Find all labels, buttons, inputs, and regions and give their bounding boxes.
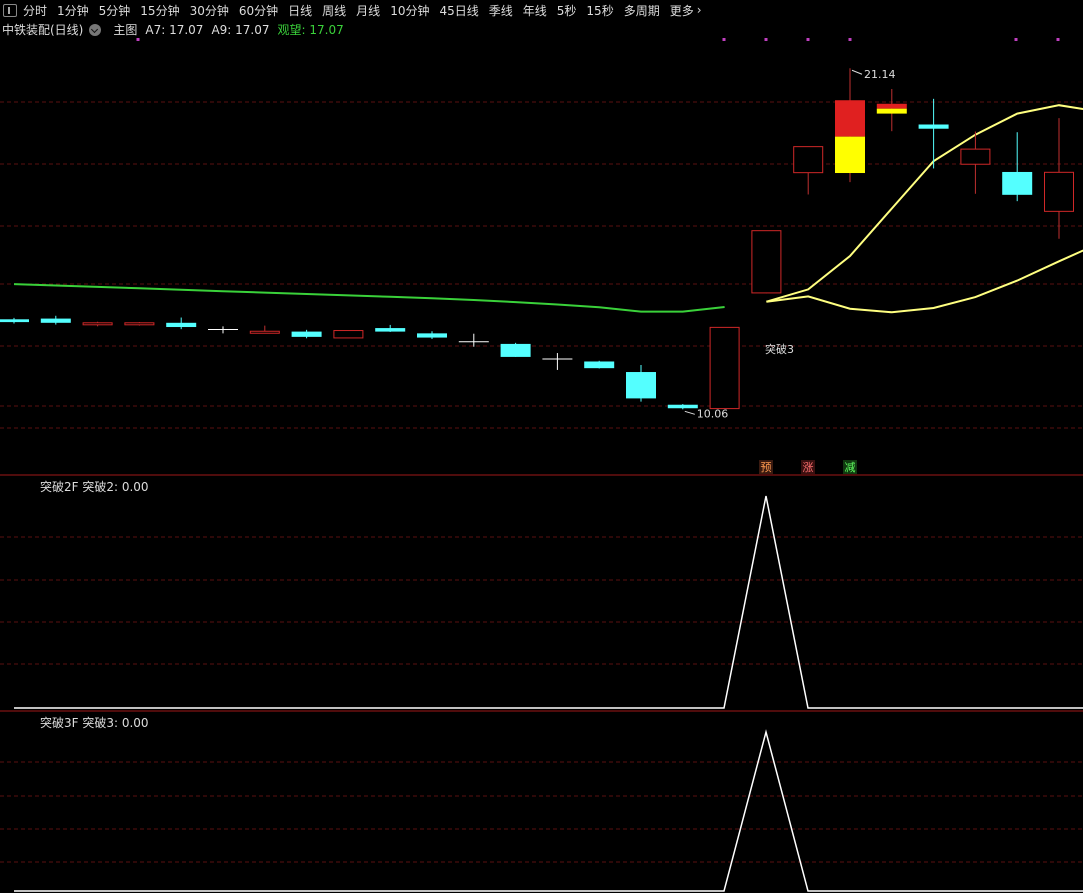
sub-panel-2-label: 突破3F 突破3: 0.00 (40, 716, 149, 730)
candle (124, 322, 155, 326)
candle-body-lower (835, 136, 865, 174)
candle (82, 321, 113, 327)
candle-body (249, 330, 280, 334)
candle-body (500, 343, 531, 357)
signal-tag-zhang: 涨 (801, 460, 815, 474)
candle-body (333, 330, 364, 339)
candle-body (417, 333, 447, 338)
candle (835, 68, 865, 183)
candle (667, 404, 698, 410)
candle-body (709, 326, 740, 410)
sub-panel-1-label: 突破2F 突破2: 0.00 (40, 480, 149, 494)
candle-body-upper (876, 103, 907, 109)
candle-body (626, 372, 656, 399)
candle-body (918, 124, 949, 129)
high-price-label: 21.14 (864, 68, 896, 81)
ma-green-line (13, 283, 725, 313)
signal-marker (1014, 38, 1018, 41)
signal-tag-jian-text: 减 (845, 461, 856, 474)
candle (208, 326, 238, 334)
candle (751, 230, 782, 294)
candle-body (960, 148, 991, 165)
signal-marker (806, 38, 810, 41)
candle (166, 317, 197, 330)
candle (918, 98, 949, 169)
sub2-breakout-line (14, 729, 1083, 892)
candle-body (291, 331, 322, 337)
candle (500, 342, 531, 357)
panel-dividers (0, 474, 1083, 712)
moving-average-lines (13, 104, 1083, 314)
ma-yellow-lower-line (766, 249, 1083, 314)
candle (876, 88, 907, 132)
breakout-label: 突破3 (765, 342, 794, 356)
candle (291, 329, 322, 339)
candle (542, 353, 573, 370)
candle (249, 325, 280, 334)
candle-body-lower (876, 108, 907, 114)
candle (458, 333, 489, 347)
candle (0, 317, 29, 324)
signal-marker (722, 38, 726, 41)
candle-body (40, 318, 71, 323)
signal-marker (136, 38, 140, 41)
high-pointer (851, 69, 863, 75)
candle (1002, 132, 1033, 202)
low-price-label: 10.06 (697, 407, 729, 420)
candle (375, 324, 406, 332)
candle (626, 365, 656, 402)
sub1-breakout-line (14, 495, 1083, 709)
candle-body (1044, 171, 1074, 212)
sub-indicator-lines (14, 495, 1083, 892)
signal-tag-yu: 预 (759, 460, 773, 474)
candle-body (375, 328, 406, 332)
candle (40, 315, 71, 325)
signal-tag-zhang-text: 涨 (803, 461, 814, 474)
signal-tag-yu-text: 预 (761, 461, 772, 474)
candle-body (124, 322, 155, 326)
candle-body (0, 319, 29, 323)
signal-tag-jian: 减 (843, 460, 857, 474)
signal-marker (848, 38, 852, 41)
candle-body (793, 146, 824, 174)
candle (417, 331, 447, 339)
signal-marker (1056, 38, 1060, 41)
chart-canvas[interactable]: 21.14 10.06 突破3 预 涨 减 (0, 0, 1083, 893)
candle (333, 330, 364, 339)
low-pointer (684, 410, 695, 415)
candle-body (82, 322, 113, 326)
grid-lines (0, 101, 1083, 863)
candle (1044, 118, 1074, 239)
candle-body (166, 322, 197, 328)
candle-body (751, 230, 782, 294)
candle-body (1002, 171, 1033, 195)
candlesticks (0, 68, 1074, 410)
candle-body (667, 404, 698, 409)
candle (709, 326, 740, 410)
candle-body (584, 361, 615, 369)
signal-marker (764, 38, 768, 41)
candle (584, 360, 615, 369)
candle-body-upper (835, 100, 865, 137)
candle (793, 146, 824, 195)
